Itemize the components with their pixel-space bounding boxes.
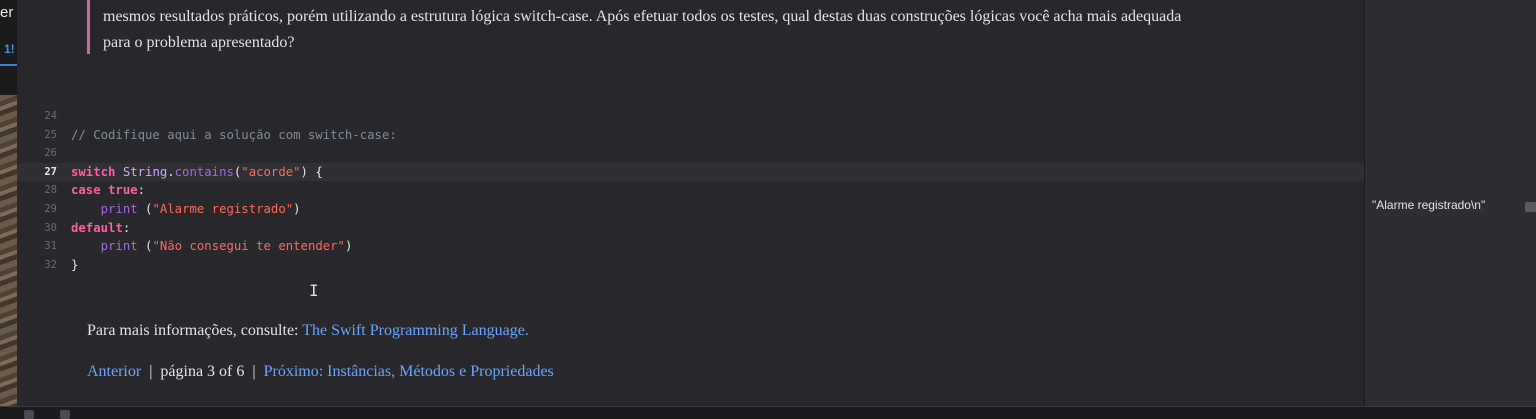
previous-page-link[interactable]: Anterior xyxy=(87,363,141,380)
background-window-sliver: er 1! xyxy=(0,0,17,418)
code-token: } xyxy=(71,257,79,272)
code-token: print xyxy=(100,201,138,216)
code-line[interactable]: 32} xyxy=(17,256,1364,275)
callout-line-1: mesmos resultados práticos, porém utiliz… xyxy=(103,8,1182,25)
page-navigation: Anterior | página 3 of 6 | Próximo: Instânci… xyxy=(87,363,554,381)
code-text: case true: xyxy=(71,181,145,200)
code-line[interactable]: 30 default: xyxy=(17,219,1364,238)
result-value[interactable]: "Alarme registrado\n" xyxy=(1372,198,1485,212)
code-line[interactable]: 31 print ("Não consegui te entender") xyxy=(17,237,1364,256)
line-number: 26 xyxy=(44,147,57,160)
code-token: : xyxy=(137,183,146,198)
code-editor[interactable]: 24 25 // Codifique aqui a solução com swit… xyxy=(17,107,1364,274)
code-line[interactable]: 28 case true: xyxy=(17,181,1364,200)
results-sidebar: "Alarme registrado\n" xyxy=(1364,0,1536,406)
code-token: . xyxy=(167,164,175,179)
page-indicator: página 3 of 6 xyxy=(160,363,245,380)
code-line[interactable]: 24 xyxy=(17,107,1364,126)
playground-editor[interactable]: mesmos resultados práticos, porém utiliz… xyxy=(17,0,1364,406)
exercise-callout: mesmos resultados práticos, porém utiliz… xyxy=(87,0,1330,54)
code-token: // Codifique aqui a solução com switch-c… xyxy=(71,127,397,142)
line-number: 27 xyxy=(44,165,57,178)
code-token: ( xyxy=(137,239,153,254)
more-info-line: Para mais informações, consulte: The Swi… xyxy=(87,322,529,340)
separator: | xyxy=(149,363,153,380)
code-text: } xyxy=(71,256,78,275)
text-cursor-icon: I xyxy=(309,281,319,300)
code-token: "Alarme registrado" xyxy=(152,201,294,216)
code-token: default xyxy=(71,220,123,235)
code-token: "acorde" xyxy=(241,164,301,179)
code-line[interactable]: 26 xyxy=(17,144,1364,163)
line-number: 25 xyxy=(44,128,57,141)
code-token: ) xyxy=(293,201,301,216)
code-line[interactable]: 27 switch String.contains("acorde") { xyxy=(17,162,1364,182)
code-token: "Não consegui te entender" xyxy=(152,239,345,254)
code-text: // Codifique aqui a solução com switch-c… xyxy=(71,126,397,145)
sliver-text: er xyxy=(0,4,14,21)
sliver-selection-line xyxy=(0,64,17,66)
next-page-link[interactable]: Próximo: Instâncias, Métodos e Proprieda… xyxy=(264,363,554,380)
result-toggle-icon[interactable] xyxy=(1525,202,1536,212)
line-number: 32 xyxy=(44,258,57,271)
code-line[interactable]: 25 // Codifique aqui a solução com switch… xyxy=(17,126,1364,145)
code-line[interactable]: 29 print ("Alarme registrado") xyxy=(17,200,1364,219)
code-token: true xyxy=(108,183,138,198)
code-token: print xyxy=(100,239,138,254)
separator: | xyxy=(252,363,256,380)
swift-language-link[interactable]: The Swift Programming Language. xyxy=(302,322,529,339)
code-token: ( xyxy=(137,201,153,216)
code-text: switch String.contains("acorde") { xyxy=(71,163,323,182)
code-token: String xyxy=(122,164,168,179)
callout-line-2: para o problema apresentado? xyxy=(103,34,295,51)
more-info-prefix: Para mais informações, consulte: xyxy=(87,322,303,339)
code-token: case xyxy=(71,183,101,198)
callout-text: mesmos resultados práticos, porém utiliz… xyxy=(90,0,1330,56)
sliver-number: 1! xyxy=(4,42,15,56)
desktop-background xyxy=(0,95,17,418)
line-number: 30 xyxy=(44,221,57,234)
code-text: print ("Não consegui te entender") xyxy=(71,237,353,256)
line-number: 29 xyxy=(44,202,57,215)
code-token: switch xyxy=(71,164,116,179)
code-text: default: xyxy=(71,219,130,238)
line-number: 24 xyxy=(44,110,57,122)
line-number: 28 xyxy=(44,184,57,197)
line-number: 31 xyxy=(44,240,57,253)
code-token: : xyxy=(122,220,131,235)
code-token: contains xyxy=(174,164,234,179)
code-token: ) xyxy=(344,239,353,254)
code-token: ) { xyxy=(300,164,323,179)
code-text: print ("Alarme registrado") xyxy=(71,200,301,219)
debug-bar xyxy=(0,406,1536,419)
